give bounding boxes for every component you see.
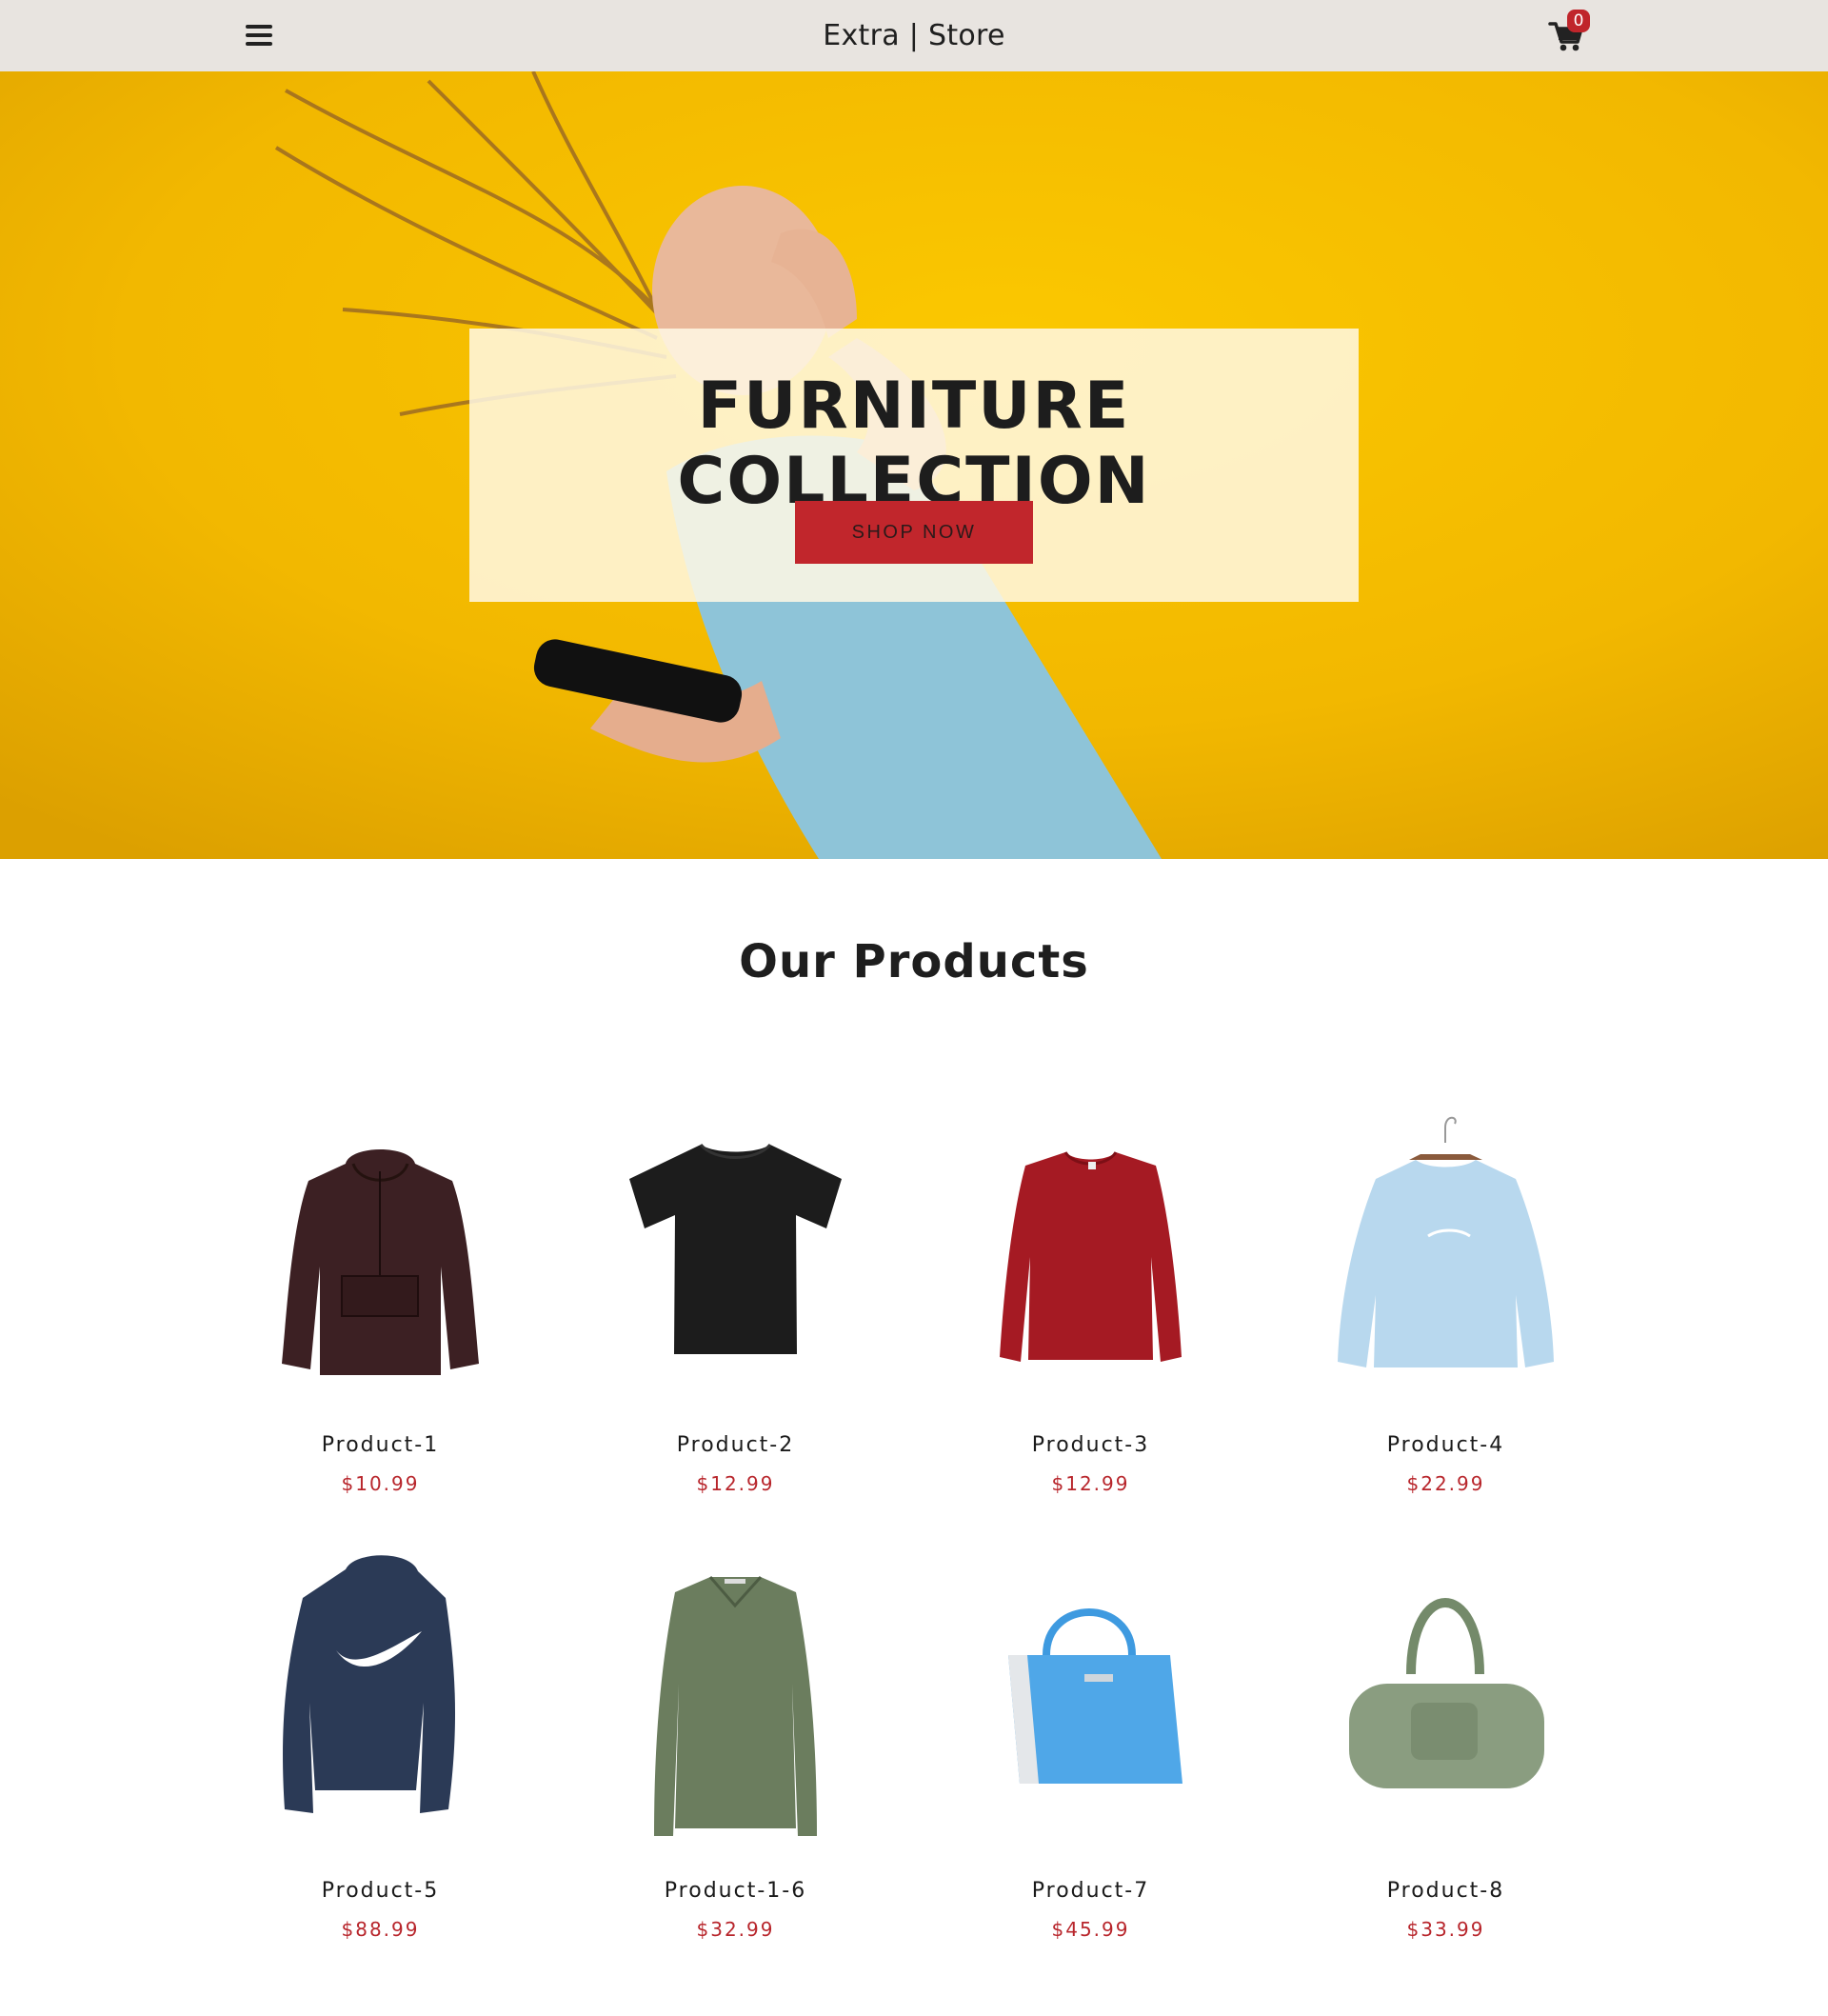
products-section-title: Our Products xyxy=(739,935,1089,988)
maroon-hoodie-image xyxy=(282,1149,479,1375)
product-name: Product-4 xyxy=(1386,1433,1505,1457)
product-name: Product-1 xyxy=(321,1433,440,1457)
product-price: $12.99 xyxy=(696,1472,775,1495)
hero-caption-box: FURNITURE COLLECTION SHOP NOW xyxy=(469,329,1359,602)
product-name: Product-5 xyxy=(321,1879,440,1903)
light-blue-sweatshirt-image xyxy=(1338,1116,1554,1367)
navbar: Extra | Store 0 xyxy=(0,0,1828,71)
red-sweatshirt-image xyxy=(1000,1151,1182,1362)
product-price: $33.99 xyxy=(1406,1918,1485,1941)
product-price: $45.99 xyxy=(1051,1918,1130,1941)
product-price: $22.99 xyxy=(1406,1472,1485,1495)
blue-handbag-image xyxy=(1008,1608,1182,1784)
product-price: $10.99 xyxy=(341,1472,420,1495)
green-duffel-bag-image xyxy=(1349,1598,1544,1788)
product-name: Product-8 xyxy=(1386,1879,1505,1903)
product-name: Product-2 xyxy=(676,1433,795,1457)
product-name: Product-3 xyxy=(1031,1433,1150,1457)
product-price: $32.99 xyxy=(696,1918,775,1941)
hero-banner: FURNITURE COLLECTION SHOP NOW xyxy=(0,71,1828,859)
olive-polo-sweater-image xyxy=(654,1575,817,1836)
cart-count-badge: 0 xyxy=(1567,10,1590,32)
navy-hoodie-image xyxy=(283,1555,456,1813)
product-price: $12.99 xyxy=(1051,1472,1130,1495)
product-price: $88.99 xyxy=(341,1918,420,1941)
product-name: Product-1-6 xyxy=(664,1879,807,1903)
shop-now-button[interactable]: SHOP NOW xyxy=(795,501,1033,564)
hero-title: FURNITURE COLLECTION xyxy=(677,369,1151,519)
product-name: Product-7 xyxy=(1031,1879,1150,1903)
black-tshirt-image xyxy=(629,1143,842,1354)
